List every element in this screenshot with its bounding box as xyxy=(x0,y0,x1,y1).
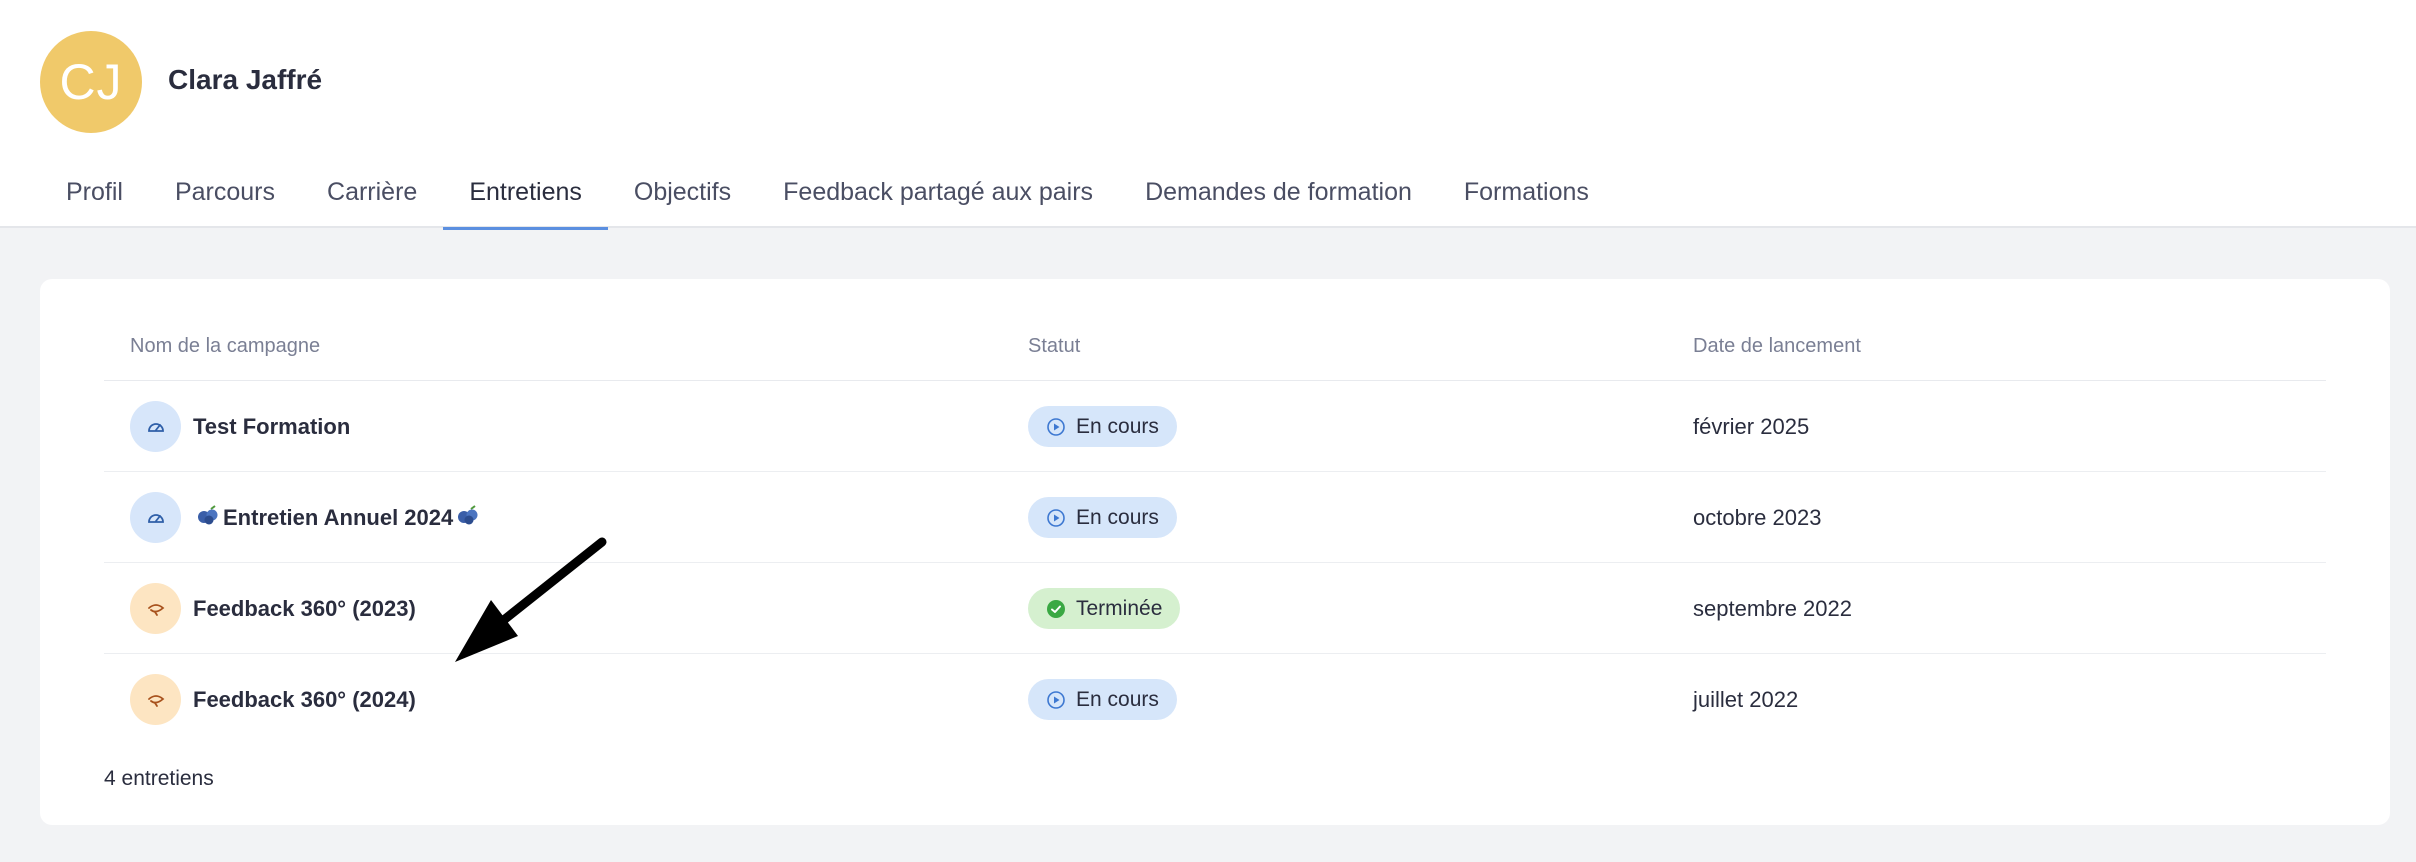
blueberries-emoji-icon xyxy=(197,505,219,530)
campaign-cell: Feedback 360° (2023) xyxy=(130,563,416,654)
campaign-cell: Feedback 360° (2024) xyxy=(130,654,416,745)
campaign-cell: Test Formation xyxy=(130,381,350,472)
status-text: Terminée xyxy=(1076,596,1163,620)
feedback-loop-icon xyxy=(130,674,181,725)
feedback-loop-icon xyxy=(130,583,181,634)
interviews-table: Nom de la campagne Statut Date de lancem… xyxy=(104,329,2326,745)
launch-date: juillet 2022 xyxy=(1693,686,1799,712)
gauge-icon xyxy=(130,492,181,543)
campaign-name[interactable]: Entretien Annuel 2024 xyxy=(223,505,453,531)
tab-feedback-partage[interactable]: Feedback partagé aux pairs xyxy=(757,160,1119,228)
table-row[interactable]: Feedback 360° (2023) Terminée septembre … xyxy=(104,563,2326,654)
blueberries-emoji-icon xyxy=(457,505,479,530)
status-text: En cours xyxy=(1076,414,1159,438)
tab-formations[interactable]: Formations xyxy=(1438,160,1615,228)
interviews-card: Nom de la campagne Statut Date de lancem… xyxy=(40,279,2390,825)
header-campaign-name[interactable]: Nom de la campagne xyxy=(130,335,320,358)
launch-date: septembre 2022 xyxy=(1693,595,1852,621)
play-icon xyxy=(1047,508,1065,527)
tab-entretiens[interactable]: Entretiens xyxy=(443,160,608,230)
tab-demandes-formation[interactable]: Demandes de formation xyxy=(1119,160,1438,228)
interview-count: 4 entretiens xyxy=(104,767,214,790)
status-badge: En cours xyxy=(1028,679,1177,720)
campaign-name[interactable]: Feedback 360° (2024) xyxy=(193,687,416,713)
tab-profil[interactable]: Profil xyxy=(40,160,149,228)
campaign-cell: Entretien Annuel 2024 xyxy=(130,472,483,563)
table-row[interactable]: Test Formation En cours février 2025 xyxy=(104,381,2326,472)
tab-carriere[interactable]: Carrière xyxy=(301,160,443,228)
tab-objectifs[interactable]: Objectifs xyxy=(608,160,757,228)
status-badge: En cours xyxy=(1028,497,1177,538)
table-header: Nom de la campagne Statut Date de lancem… xyxy=(104,329,2326,381)
check-circle-icon xyxy=(1047,599,1065,618)
table-row[interactable]: Entretien Annuel 2024 En cours octobre 2… xyxy=(104,472,2326,563)
launch-date: octobre 2023 xyxy=(1693,504,1822,530)
status-cell: En cours xyxy=(1028,654,1177,745)
status-text: En cours xyxy=(1076,687,1159,711)
campaign-name[interactable]: Feedback 360° (2023) xyxy=(193,596,416,622)
play-icon xyxy=(1047,417,1065,436)
launch-date: février 2025 xyxy=(1693,413,1810,439)
table-row[interactable]: Feedback 360° (2024) En cours juillet 20… xyxy=(104,654,2326,745)
status-cell: En cours xyxy=(1028,381,1177,472)
status-badge: En cours xyxy=(1028,406,1177,447)
gauge-icon xyxy=(130,401,181,452)
user-name: Clara Jaffré xyxy=(168,64,323,95)
avatar: CJ xyxy=(40,31,142,133)
play-icon xyxy=(1047,690,1065,709)
status-badge: Terminée xyxy=(1028,588,1181,629)
profile-header: CJ Clara Jaffré Profil Parcours Carrière… xyxy=(0,0,2416,230)
profile-tabs: Profil Parcours Carrière Entretiens Obje… xyxy=(40,160,1615,230)
tab-parcours[interactable]: Parcours xyxy=(149,160,301,228)
status-cell: Terminée xyxy=(1028,563,1181,654)
header-status[interactable]: Statut xyxy=(1028,335,1080,358)
campaign-name[interactable]: Test Formation xyxy=(193,414,350,440)
status-cell: En cours xyxy=(1028,472,1177,563)
status-text: En cours xyxy=(1076,505,1159,529)
header-launch-date[interactable]: Date de lancement xyxy=(1693,335,1861,358)
